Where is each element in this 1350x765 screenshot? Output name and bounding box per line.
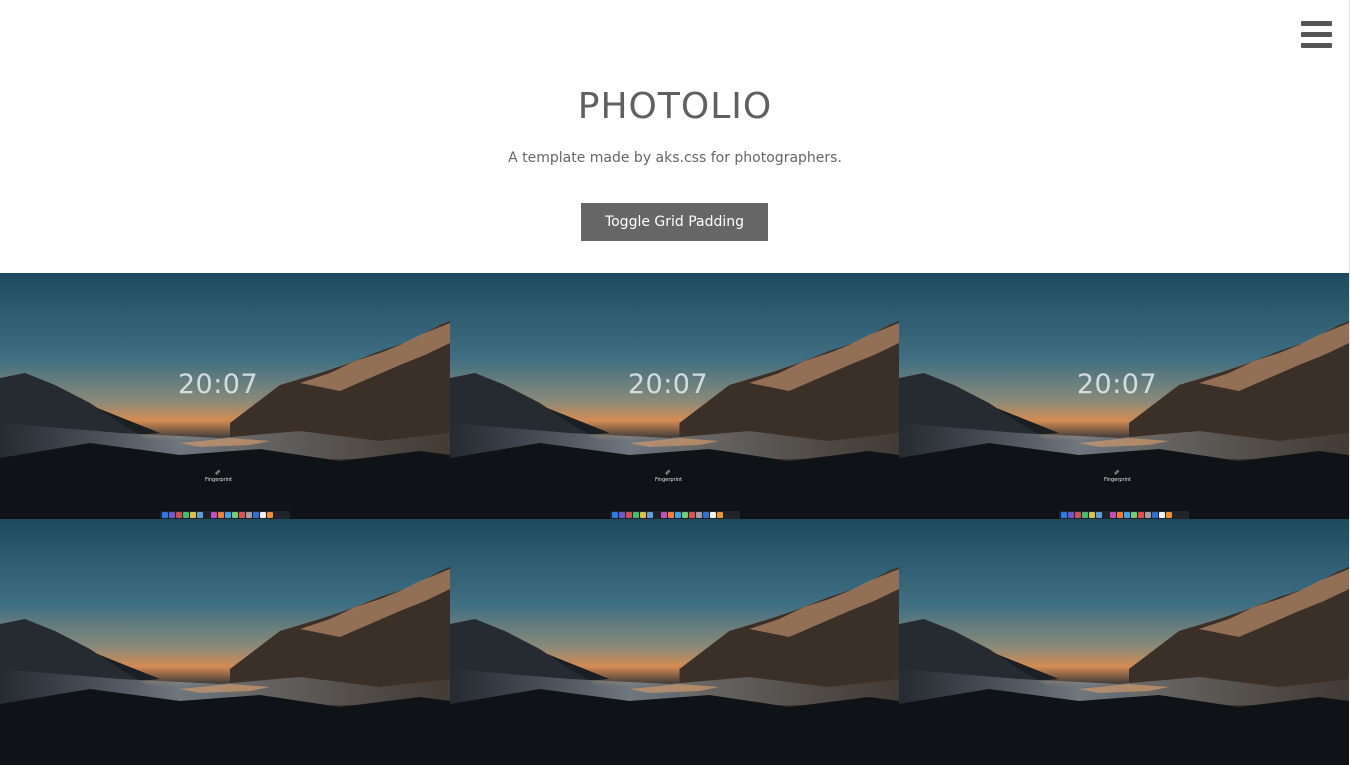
app-icon [1061,512,1067,518]
app-icon [612,512,618,518]
gallery-photo[interactable] [0,519,450,765]
app-icon [190,512,196,518]
gallery-photo[interactable] [899,519,1349,765]
app-icon [633,512,639,518]
fingerprint-label: Fingerprint [655,477,683,483]
app-icon [703,512,709,518]
app-icon [260,512,266,518]
app-icon [1117,512,1123,518]
lockscreen-clock: 20:07 [1076,369,1158,400]
app-icon [647,512,653,518]
gallery-photo[interactable] [450,519,899,765]
app-icon [1082,512,1088,518]
gallery-photo[interactable]: 20:07 ✐ Fingerprint [0,273,450,519]
app-icon [710,512,716,518]
app-icon [640,512,646,518]
app-icon [176,512,182,518]
gallery-photo[interactable]: 20:07 ✐ Fingerprint [450,273,899,519]
app-icon [204,512,210,518]
landscape-photo [0,519,450,765]
toggle-grid-padding-button[interactable]: Toggle Grid Padding [581,203,768,241]
app-icon [1110,512,1116,518]
app-icon [225,512,231,518]
app-icon [1068,512,1074,518]
gallery-photo[interactable]: 20:07 ✐ Fingerprint [899,273,1349,519]
lockscreen-clock: 20:07 [627,369,709,400]
app-icon [197,512,203,518]
app-icon [1131,512,1137,518]
taskbar-dock [610,511,740,519]
app-icon [668,512,674,518]
app-icon [1138,512,1144,518]
taskbar-dock [160,511,290,519]
app-icon [626,512,632,518]
site-title: PHOTOLIO [577,86,773,127]
app-icon [1159,512,1165,518]
app-icon [682,512,688,518]
landscape-photo [450,519,899,765]
app-icon [1145,512,1151,518]
app-icon [267,512,273,518]
app-icon [1152,512,1158,518]
app-icon [654,512,660,518]
app-icon [1075,512,1081,518]
taskbar-dock [1059,511,1189,519]
app-icon [169,512,175,518]
app-icon [675,512,681,518]
fingerprint-icon: ✐ [1114,469,1120,477]
app-icon [717,512,723,518]
app-icon [239,512,245,518]
app-icon [253,512,259,518]
hero-header: PHOTOLIO A template made by aks.css for … [0,0,1350,273]
app-icon [211,512,217,518]
app-icon [232,512,238,518]
photo-gallery: 20:07✐Fingerprint 20:07✐Fingerprint [0,273,1349,765]
fingerprint-icon: ✐ [665,469,671,477]
fingerprint-label: Fingerprint [1104,477,1132,483]
app-icon [162,512,168,518]
app-icon [696,512,702,518]
lockscreen-clock: 20:07 [177,369,259,400]
app-icon [1089,512,1095,518]
app-icon [689,512,695,518]
site-subtitle: A template made by aks.css for photograp… [508,150,842,166]
app-icon [246,512,252,518]
app-icon [218,512,224,518]
app-icon [1096,512,1102,518]
app-icon [1124,512,1130,518]
fingerprint-icon: ✐ [215,469,221,477]
app-icon [1103,512,1109,518]
landscape-photo [899,519,1349,765]
app-icon [1166,512,1172,518]
fingerprint-label: Fingerprint [205,477,233,483]
app-icon [661,512,667,518]
app-icon [183,512,189,518]
app-icon [619,512,625,518]
